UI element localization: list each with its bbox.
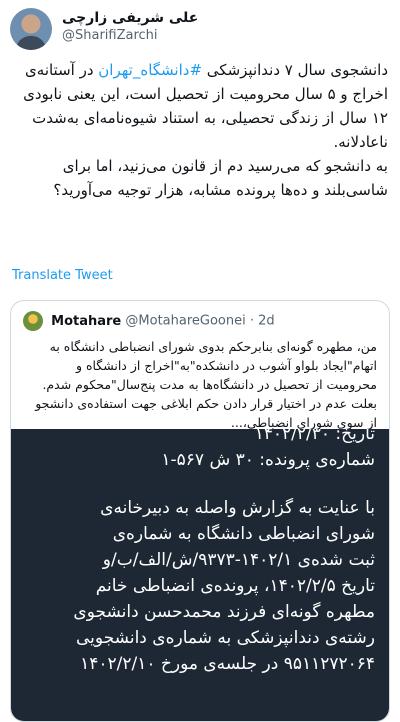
- document-line: مطهره گونه‌ای فرزند محمدحسن دانشجوی: [73, 602, 375, 622]
- author-display-name[interactable]: علی شریفی زارچی: [62, 10, 198, 26]
- document-line: شورای انضباطی دانشگاه به شماره‌ی: [112, 524, 375, 544]
- author-handle[interactable]: @SharifiZarchi: [62, 28, 198, 43]
- quoted-tweet-image[interactable]: تاریخ: ۱۴۰۲/۲/۳۰ شماره‌ی پرونده: ۳۰ ش ۵۶…: [11, 429, 389, 721]
- hashtag-link[interactable]: #دانشگاه_تهران: [98, 61, 202, 79]
- tweet-paragraph-1: دانشجوی سال ۷ دندانپزشکی #دانشگاه_تهران …: [12, 58, 388, 154]
- document-line: ۹۵۱۱۲۷۲۰۶۴ در جلسه‌ی مورخ ۱۴۰۲/۲/۱۰: [80, 654, 375, 674]
- author-names: علی شریفی زارچی @SharifiZarchi: [62, 10, 198, 43]
- quoted-tweet-header: Motahare @MotahareGoonei · 2d: [23, 311, 377, 333]
- document-line: تاریخ: ۱۴۰۲/۲/۳۰: [254, 429, 375, 444]
- tweet-text-start: دانشجوی سال ۷ دندانپزشکی: [202, 61, 388, 79]
- quoted-tweet-time[interactable]: · 2d: [250, 314, 275, 329]
- document-line: رشته‌ی دندانپزشکی به شماره‌ی دانشجویی: [76, 628, 375, 648]
- document-text: تاریخ: ۱۴۰۲/۲/۳۰ شماره‌ی پرونده: ۳۰ ش ۵۶…: [25, 429, 375, 677]
- quoted-author-name[interactable]: Motahare: [51, 314, 121, 329]
- translate-tweet-link[interactable]: Translate Tweet: [12, 268, 113, 283]
- author-avatar[interactable]: [10, 8, 52, 50]
- tweet-text: دانشجوی سال ۷ دندانپزشکی #دانشگاه_تهران …: [12, 58, 388, 202]
- avatar-shirt: [16, 36, 46, 50]
- quoted-author-avatar[interactable]: [23, 311, 43, 331]
- document-line: شماره‌ی پرونده: ۳۰ ش ۵۶۷-۱: [161, 450, 375, 470]
- document-gap: [25, 473, 375, 495]
- tweet-paragraph-2: به دانشجو که می‌رسید دم از قانون می‌زنید…: [53, 157, 388, 199]
- document-line: تاریخ ۱۴۰۲/۲/۵، پرونده‌ی انضباطی خانم: [95, 576, 375, 596]
- quoted-author-handle[interactable]: @MotahareGoonei: [125, 314, 245, 329]
- document-line: با عنایت به گزارش واصله به دبیرخانه‌ی: [100, 498, 375, 518]
- document-line: ثبت شده‌ی ۱۴۰۲/۱-۹۳۷۳/ش/الف/ب/و: [102, 550, 375, 570]
- quoted-tweet-text: من، مطهره گونه‌ای بنابرحکم بدوی شورای ان…: [35, 339, 377, 430]
- quoted-tweet[interactable]: Motahare @MotahareGoonei · 2d من، مطهره …: [10, 300, 390, 722]
- tweet-header: علی شریفی زارچی @SharifiZarchi: [10, 8, 390, 52]
